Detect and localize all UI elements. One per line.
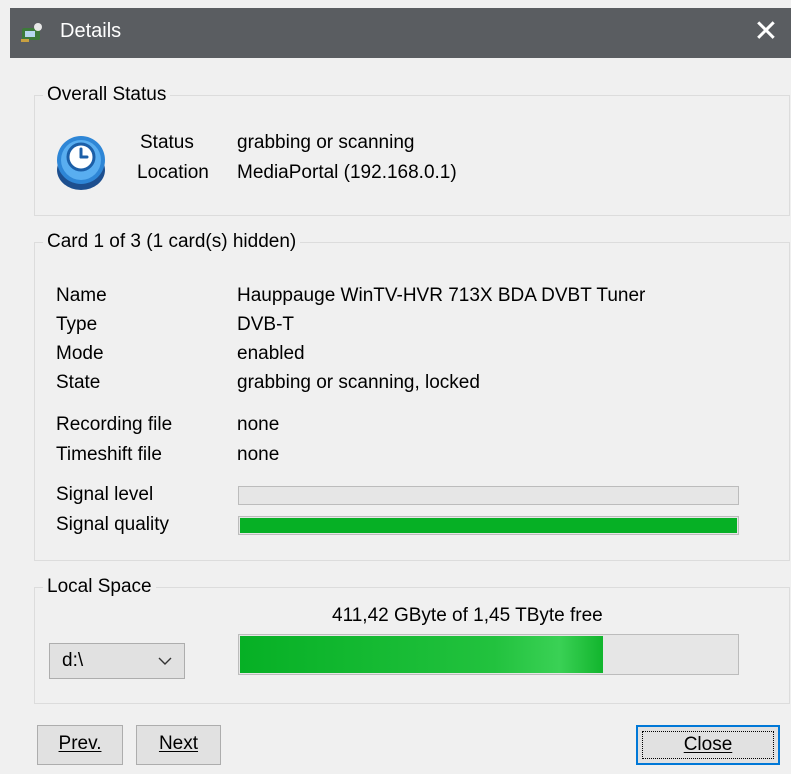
window-title: Details	[60, 20, 122, 42]
disk-usage-fill	[240, 636, 603, 673]
prev-button-label: Prev.	[58, 733, 102, 754]
drive-select-value: d:\	[62, 650, 84, 671]
name-value: Hauppauge WinTV-HVR 713X BDA DVBT Tuner	[237, 285, 646, 306]
overall-status-legend: Overall Status	[47, 84, 167, 105]
mode-value: enabled	[237, 343, 305, 364]
type-label: Type	[56, 314, 98, 335]
timeshift-file-value: none	[237, 444, 280, 465]
signal-quality-fill	[240, 518, 737, 533]
timeshift-file-label: Timeshift file	[56, 444, 162, 465]
drive-select[interactable]: d:\	[49, 643, 185, 679]
location-value: MediaPortal (192.168.0.1)	[237, 162, 457, 183]
recording-file-label: Recording file	[56, 414, 173, 435]
chevron-down-icon	[158, 657, 172, 665]
signal-level-bar	[238, 486, 739, 505]
status-label: Status	[140, 132, 194, 153]
local-space-legend: Local Space	[47, 576, 152, 597]
details-window: Details ✕ Overall Status Status grabbing…	[10, 8, 791, 774]
state-value: grabbing or scanning, locked	[237, 372, 480, 393]
signal-quality-label: Signal quality	[56, 514, 170, 535]
disk-usage-bar	[238, 634, 739, 675]
app-icon	[21, 23, 42, 42]
free-space-text: 411,42 GByte of 1,45 TByte free	[332, 605, 603, 626]
next-button[interactable]: Next	[136, 725, 221, 765]
status-value: grabbing or scanning	[237, 132, 415, 153]
card-group: Card 1 of 3 (1 card(s) hidden)	[34, 231, 790, 561]
next-button-label: Next	[158, 733, 199, 754]
prev-button[interactable]: Prev.	[37, 725, 123, 765]
close-icon: ✕	[753, 15, 779, 48]
location-label: Location	[137, 162, 209, 183]
recording-file-value: none	[237, 414, 280, 435]
type-value: DVB-T	[237, 314, 294, 335]
title-bar[interactable]: Details ✕	[10, 8, 791, 58]
clock-icon	[57, 136, 105, 190]
close-button[interactable]: Close	[636, 725, 780, 765]
signal-level-label: Signal level	[56, 484, 154, 505]
signal-quality-bar	[238, 516, 739, 535]
close-window-button[interactable]: ✕	[741, 8, 791, 58]
mode-label: Mode	[56, 343, 104, 364]
name-label: Name	[56, 285, 107, 306]
card-legend: Card 1 of 3 (1 card(s) hidden)	[47, 231, 297, 252]
state-label: State	[56, 372, 101, 393]
close-button-label: Close	[683, 734, 733, 755]
